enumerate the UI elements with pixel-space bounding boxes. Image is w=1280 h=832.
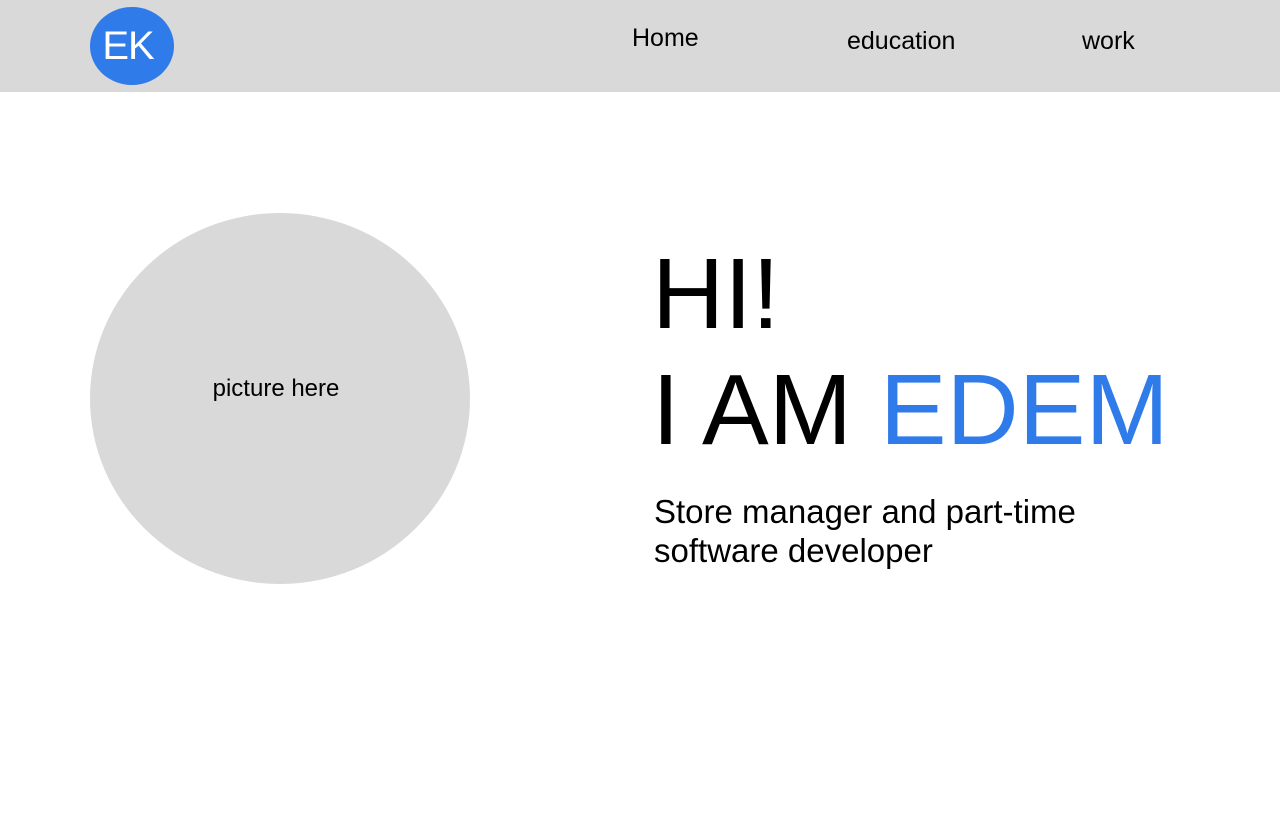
hero-name-line: I AM EDEM	[652, 354, 1169, 466]
nav-education-link[interactable]: education	[847, 26, 955, 56]
logo-initials: EK	[102, 24, 154, 68]
profile-picture-placeholder: picture here	[90, 213, 470, 584]
hero-name: EDEM	[879, 354, 1169, 466]
nav-home-link[interactable]: Home	[632, 23, 699, 53]
logo-badge[interactable]: EK	[90, 7, 174, 85]
picture-placeholder-label: picture here	[212, 375, 340, 402]
hero-greeting: HI!	[652, 238, 780, 350]
page: EK Home education work picture here HI! …	[0, 0, 1280, 832]
nav-work-link[interactable]: work	[1082, 26, 1135, 56]
hero-intro-prefix: I AM	[652, 354, 853, 466]
hero-subtitle: Store manager and part-time software dev…	[654, 493, 1076, 569]
top-navigation-bar: EK Home education work	[0, 0, 1280, 92]
